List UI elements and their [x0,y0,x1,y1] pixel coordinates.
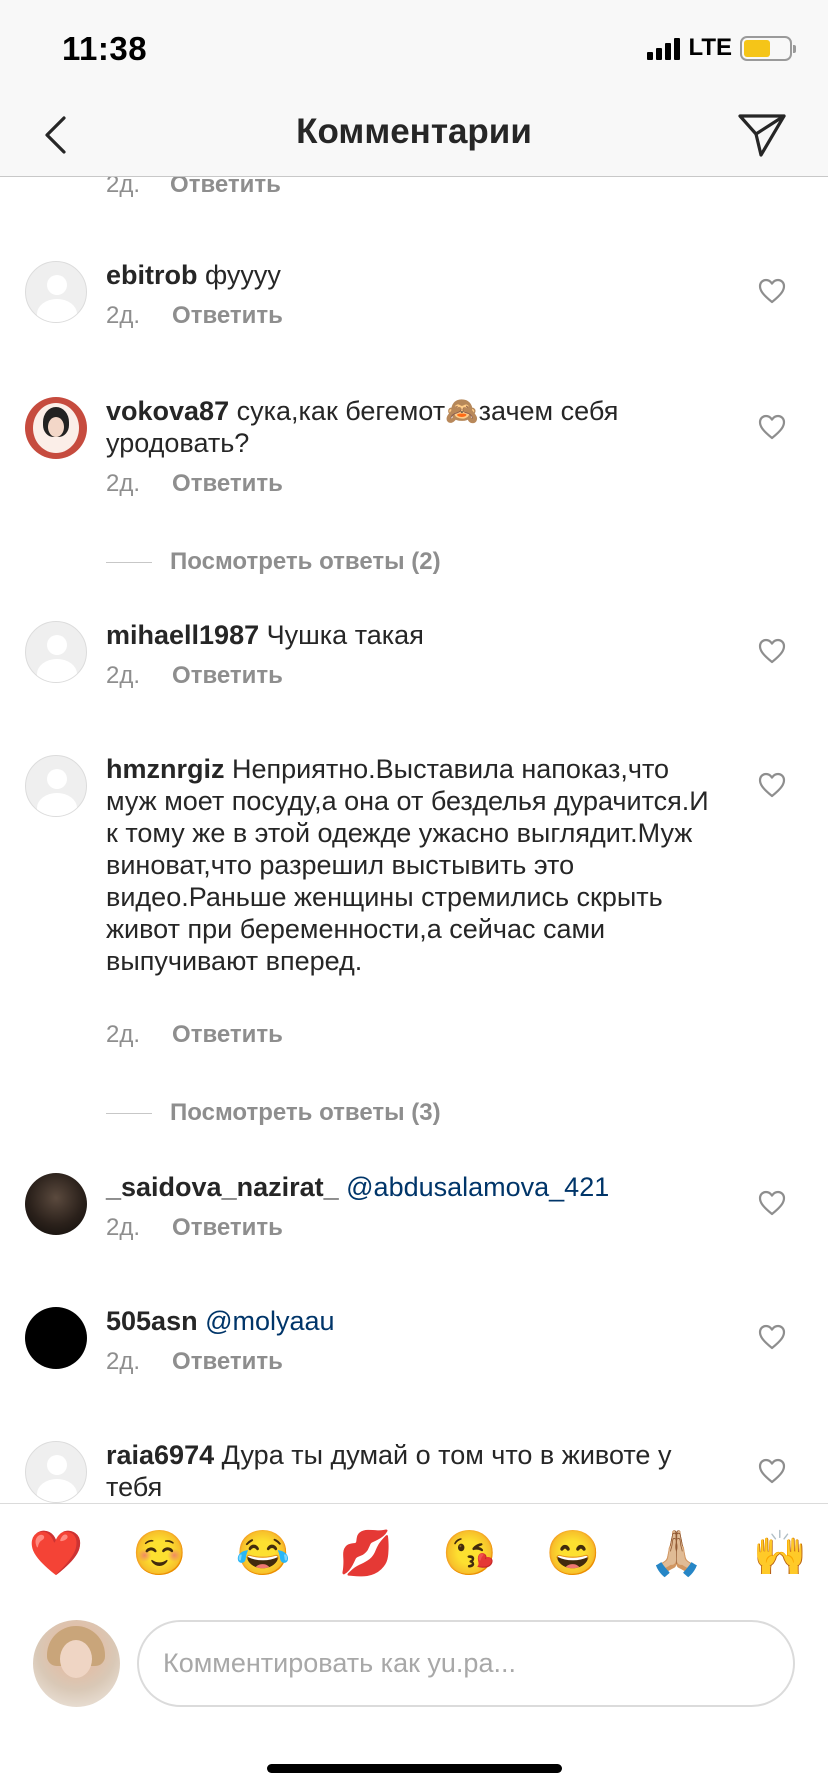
comment-username[interactable]: ebitrob [106,260,198,290]
comment-time: 2д. [106,1348,141,1375]
emoji-grinning[interactable]: 😄 [543,1531,603,1576]
view-replies-label: Посмотреть ответы (3) [170,1099,441,1126]
network-type: LTE [688,34,732,61]
divider [106,1112,152,1114]
home-indicator[interactable] [267,1764,562,1773]
comment-text: _saidova_nazirat_ @abdusalamova_421 [106,1171,726,1203]
comment-time: 2д. [106,177,141,198]
comment-username[interactable]: vokova87 [106,396,229,426]
comment-username[interactable]: mihaell1987 [106,620,259,650]
avatar[interactable] [25,755,87,817]
reply-button[interactable]: Ответить [172,470,283,498]
emoji-folded-hands[interactable]: 🙏🏼 [647,1531,707,1576]
emoji-kiss-mark[interactable]: 💋 [336,1531,396,1576]
divider [106,561,152,563]
navigation-bar: Комментарии [0,92,828,177]
reply-button[interactable]: Ответить [172,1021,283,1049]
cellular-signal-icon [647,36,681,60]
emoji-blowing-kiss[interactable]: 😘 [440,1531,500,1576]
page-title: Комментарии [296,112,532,151]
comment-time: 2д. [106,1214,141,1241]
reply-button[interactable]: Ответить [172,662,283,690]
comment-meta: 2д. Ответить [106,1214,283,1242]
comment-username[interactable]: _saidova_nazirat_ [106,1172,339,1202]
comment-body: фуууу [197,260,281,290]
share-button[interactable] [734,106,790,162]
comment-text: hmznrgiz Неприятно.Выставила напоказ,что… [106,753,726,977]
comment-input[interactable] [137,1620,795,1707]
status-indicators: LTE [647,34,796,62]
status-time: 11:38 [62,30,148,67]
reply-button[interactable]: Ответить [172,302,283,330]
avatar[interactable] [25,1307,87,1369]
view-replies-label: Посмотреть ответы (2) [170,548,441,575]
emoji-raising-hands[interactable]: 🙌 [750,1531,810,1576]
comment-meta: 2д. Ответить [106,302,283,330]
heart-icon[interactable] [758,278,786,304]
comment-text: raia6974 Дура ты думай о том что в живот… [106,1439,726,1503]
comment-text: 505asn @molyaau [106,1305,726,1337]
heart-icon[interactable] [758,772,786,798]
reply-button[interactable]: Ответить [170,177,281,199]
status-bar: 11:38 LTE [0,0,828,92]
reply-button[interactable]: Ответить [172,1214,283,1242]
comment-composer [0,1603,828,1723]
comment-body: Чушка такая [259,620,424,650]
comment-text: mihaell1987 Чушка такая [106,619,726,651]
paper-plane-icon [738,114,786,157]
comment-time: 2д. [106,662,141,689]
avatar[interactable] [25,1173,87,1235]
comment-meta: 2д. Ответить [106,1021,283,1049]
comment-username[interactable]: raia6974 [106,1440,214,1470]
avatar[interactable] [25,1441,87,1503]
avatar[interactable] [25,621,87,683]
comment-body: Неприятно.Выставила напоказ,что муж моет… [106,754,709,976]
comment-meta: 2д. Ответить [106,470,283,498]
current-user-avatar [33,1620,120,1707]
comment-username[interactable]: hmznrgiz [106,754,225,784]
comment-time: 2д. [106,1021,141,1048]
heart-icon[interactable] [758,638,786,664]
heart-icon[interactable] [758,1324,786,1350]
emoji-tears-of-joy[interactable]: 😂 [233,1531,293,1576]
comments-list[interactable]: 2д. Ответить ebitrob фуууу 2д. Ответить … [0,177,828,1503]
avatar[interactable] [25,397,87,459]
comment-mention[interactable]: @abdusalamova_421 [346,1172,609,1202]
comment-text: vokova87 сука,как бегемот🙈зачем себя уро… [106,395,726,459]
battery-icon [740,35,796,61]
comment-meta: 2д. Ответить [106,1348,283,1376]
emoji-heart[interactable]: ❤️ [26,1531,86,1576]
comment-text: ebitrob фуууу [106,259,726,291]
comment-time: 2д. [106,470,141,497]
avatar[interactable] [25,261,87,323]
emoji-smiling[interactable]: ☺️ [129,1531,189,1576]
comment-username[interactable]: 505asn [106,1306,198,1336]
view-replies-button[interactable]: Посмотреть ответы (3) [106,1099,441,1127]
comment-mention[interactable]: @molyaau [205,1306,334,1336]
heart-icon[interactable] [758,1458,786,1484]
comment-time: 2д. [106,302,141,329]
view-replies-button[interactable]: Посмотреть ответы (2) [106,548,441,576]
heart-icon[interactable] [758,414,786,440]
reply-button[interactable]: Ответить [172,1348,283,1376]
emoji-quick-bar: ❤️ ☺️ 😂 💋 😘 😄 🙏🏼 🙌 [0,1503,828,1603]
comment-meta: 2д. Ответить [106,177,281,199]
heart-icon[interactable] [758,1190,786,1216]
comment-meta: 2д. Ответить [106,662,283,690]
